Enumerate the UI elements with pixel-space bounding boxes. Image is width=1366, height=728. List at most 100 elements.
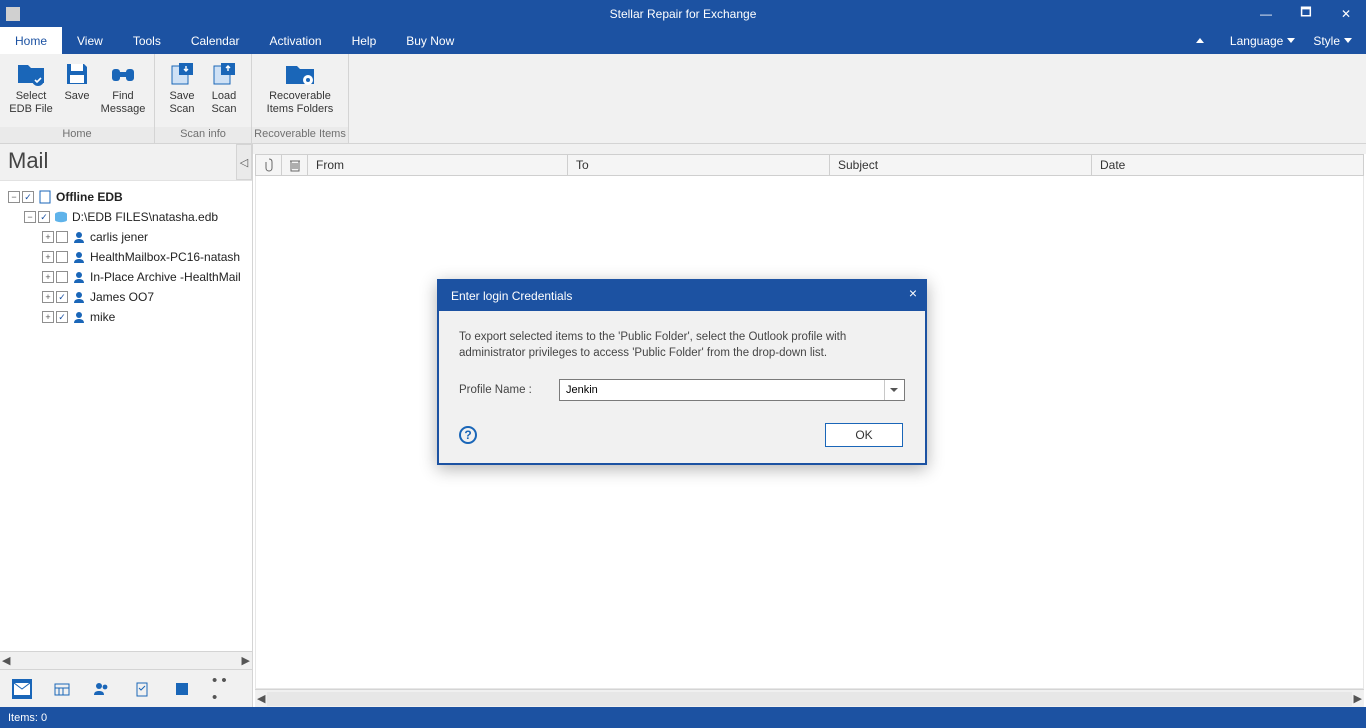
checkbox-icon[interactable]: ✓: [56, 271, 68, 283]
tree-item[interactable]: + ✓ HealthMailbox-PC16-natash: [0, 247, 252, 267]
maximize-button[interactable]: 🗖: [1286, 0, 1326, 27]
statusbar: Items: 0: [0, 707, 1366, 728]
nav-calendar-icon[interactable]: [52, 679, 72, 699]
binoculars-icon: [107, 60, 139, 88]
tree-file[interactable]: − ✓ D:\EDB FILES\natasha.edb: [0, 207, 252, 227]
mailbox-tree: − ✓ Offline EDB − ✓ D:\EDB FILES\natasha…: [0, 181, 252, 651]
save-scan-icon: [166, 60, 198, 88]
tree-item[interactable]: + ✓ In-Place Archive -HealthMail: [0, 267, 252, 287]
language-menu[interactable]: Language: [1230, 34, 1283, 48]
tree-label: D:\EDB FILES\natasha.edb: [72, 210, 218, 224]
trash-icon: [289, 158, 301, 172]
window-controls: — 🗖 ✕: [1246, 0, 1366, 27]
ok-button[interactable]: OK: [825, 423, 903, 447]
tree-label: HealthMailbox-PC16-natash: [90, 250, 240, 264]
tree-toggle-icon[interactable]: +: [42, 271, 54, 283]
ribbon-label: Find Message: [101, 90, 146, 116]
minimize-button[interactable]: —: [1246, 0, 1286, 27]
profile-name-combo[interactable]: [559, 379, 905, 401]
close-button[interactable]: ✕: [1326, 0, 1366, 27]
ribbon-group-label: Scan info: [155, 127, 251, 143]
ribbon-label: Recoverable Items Folders: [267, 90, 334, 116]
tree-toggle-icon[interactable]: −: [8, 191, 20, 203]
col-date[interactable]: Date: [1092, 155, 1363, 175]
tab-buynow[interactable]: Buy Now: [391, 27, 469, 54]
profile-name-label: Profile Name :: [459, 384, 559, 396]
tree-root[interactable]: − ✓ Offline EDB: [0, 187, 252, 207]
combo-dropdown-button[interactable]: [884, 380, 902, 400]
help-icon[interactable]: ?: [459, 426, 477, 444]
ribbon-label: Select EDB File: [9, 90, 52, 116]
chevron-down-icon: [1344, 38, 1352, 43]
tree-toggle-icon[interactable]: +: [42, 231, 54, 243]
col-delete[interactable]: [282, 155, 308, 175]
profile-name-input[interactable]: [560, 384, 884, 396]
checkbox-icon[interactable]: ✓: [22, 191, 34, 203]
dialog-close-button[interactable]: ×: [909, 285, 917, 301]
nav-mail-icon[interactable]: [12, 679, 32, 699]
tab-activation[interactable]: Activation: [255, 27, 337, 54]
tree-toggle-icon[interactable]: +: [42, 291, 54, 303]
col-subject[interactable]: Subject: [830, 155, 1092, 175]
tree-toggle-icon[interactable]: −: [24, 211, 36, 223]
tree-label: Offline EDB: [56, 190, 123, 204]
tab-help[interactable]: Help: [337, 27, 392, 54]
items-count: Items: 0: [8, 712, 47, 724]
sidebar-collapse-button[interactable]: ◁: [236, 144, 252, 180]
tree-toggle-icon[interactable]: +: [42, 251, 54, 263]
dialog-titlebar: Enter login Credentials ×: [439, 281, 925, 311]
file-icon: [38, 190, 52, 204]
tree-item[interactable]: + ✓ mike: [0, 307, 252, 327]
nav-more-icon[interactable]: • • •: [212, 679, 232, 699]
app-title: Stellar Repair for Exchange: [610, 7, 757, 21]
menubar: Home View Tools Calendar Activation Help…: [0, 27, 1366, 54]
find-message-button[interactable]: Find Message: [98, 58, 148, 127]
folder-gear-icon: [284, 60, 316, 88]
col-to[interactable]: To: [568, 155, 830, 175]
tree-item[interactable]: + ✓ carlis jener: [0, 227, 252, 247]
tree-toggle-icon[interactable]: +: [42, 311, 54, 323]
person-icon: [72, 310, 86, 324]
checkbox-icon[interactable]: ✓: [56, 251, 68, 263]
tree-label: mike: [90, 310, 115, 324]
col-from[interactable]: From: [308, 155, 568, 175]
titlebar: Stellar Repair for Exchange — 🗖 ✕: [0, 0, 1366, 27]
ribbon-label: Load Scan: [211, 90, 236, 116]
sidebar-scrollbar[interactable]: ◀▶: [0, 651, 252, 669]
tree-item[interactable]: + ✓ James OO7: [0, 287, 252, 307]
ribbon-group-home: Select EDB File Save Find Message Home: [0, 54, 155, 143]
recoverable-items-button[interactable]: Recoverable Items Folders: [258, 58, 342, 127]
tab-tools[interactable]: Tools: [118, 27, 176, 54]
sidebar: Mail ◁ − ✓ Offline EDB − ✓ D:\EDB FILES\…: [0, 144, 253, 707]
checkbox-icon[interactable]: ✓: [56, 291, 68, 303]
ribbon-label: Save: [64, 90, 89, 103]
load-scan-button[interactable]: Load Scan: [203, 58, 245, 127]
grid-header: From To Subject Date: [255, 154, 1364, 176]
style-menu[interactable]: Style: [1313, 34, 1340, 48]
person-icon: [72, 250, 86, 264]
nav-people-icon[interactable]: [92, 679, 112, 699]
tree-label: James OO7: [90, 290, 154, 304]
content-scrollbar[interactable]: ◀▶: [255, 689, 1364, 707]
nav-notes-icon[interactable]: [172, 679, 192, 699]
save-scan-button[interactable]: Save Scan: [161, 58, 203, 127]
checkbox-icon[interactable]: ✓: [56, 231, 68, 243]
tree-label: In-Place Archive -HealthMail: [90, 270, 241, 284]
checkbox-icon[interactable]: ✓: [56, 311, 68, 323]
ribbon-group-recoverable: Recoverable Items Folders Recoverable It…: [252, 54, 349, 143]
nav-switcher: • • •: [0, 669, 252, 707]
select-edb-file-button[interactable]: Select EDB File: [6, 58, 56, 127]
ribbon-group-label: Home: [0, 127, 154, 143]
folder-check-icon: [15, 60, 47, 88]
tab-view[interactable]: View: [62, 27, 118, 54]
col-attachment[interactable]: [256, 155, 282, 175]
ribbon-collapse-icon[interactable]: [1196, 38, 1204, 43]
tab-home[interactable]: Home: [0, 27, 62, 54]
nav-tasks-icon[interactable]: [132, 679, 152, 699]
person-icon: [72, 230, 86, 244]
save-button[interactable]: Save: [56, 58, 98, 127]
person-icon: [72, 270, 86, 284]
tab-calendar[interactable]: Calendar: [176, 27, 255, 54]
ribbon-group-scaninfo: Save Scan Load Scan Scan info: [155, 54, 252, 143]
checkbox-icon[interactable]: ✓: [38, 211, 50, 223]
